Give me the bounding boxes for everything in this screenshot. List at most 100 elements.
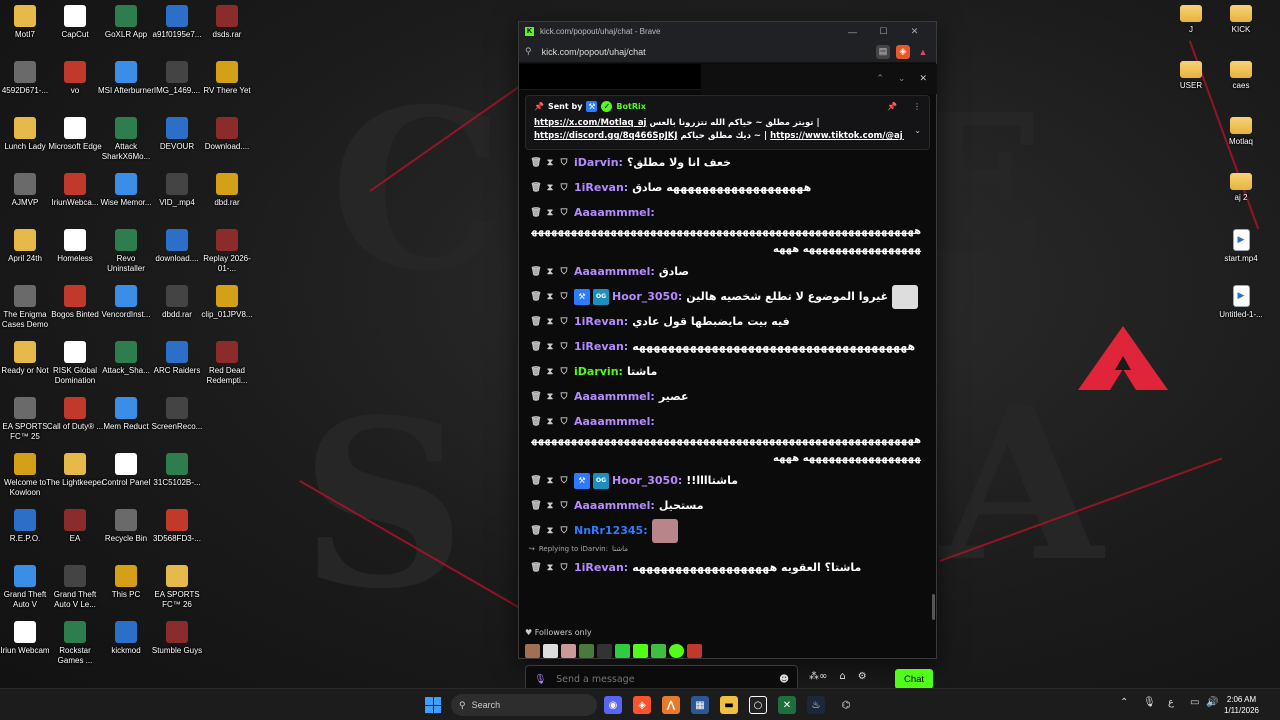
- timeout-icon[interactable]: ⧗: [543, 158, 557, 168]
- timeout-icon[interactable]: ⧗: [543, 208, 557, 218]
- desktop-icon[interactable]: Red Dead Redempti...: [199, 341, 255, 386]
- delete-icon[interactable]: 🗑: [529, 292, 543, 302]
- desktop-icon[interactable]: Download....: [199, 117, 255, 152]
- delete-icon[interactable]: 🗑: [529, 476, 543, 486]
- desktop-icon[interactable]: DEVOUR: [149, 117, 205, 152]
- timeout-icon[interactable]: ⧗: [543, 292, 557, 302]
- timeout-icon[interactable]: ⧗: [543, 501, 557, 511]
- username[interactable]: iDarvin: [574, 156, 619, 169]
- microphone-icon[interactable]: 🎙: [534, 674, 546, 685]
- chat-message[interactable]: 🗑 ⧗ ⛉ Aaaammmel: مستحيل: [529, 493, 925, 518]
- webcam-taskbar-icon[interactable]: ○: [749, 696, 767, 714]
- emote-icon[interactable]: [651, 644, 666, 658]
- timeout-icon[interactable]: ⧗: [543, 392, 557, 402]
- emote-icon[interactable]: [525, 644, 540, 658]
- chat-message[interactable]: 🗑 ⧗ ⛉ ⚒ OG Hoor_3050: ماشتاااا!!: [529, 468, 925, 493]
- username[interactable]: iDarvin: [574, 365, 619, 378]
- desktop-icon[interactable]: Microsoft Edge: [47, 117, 103, 152]
- chat-message[interactable]: 🗑 ⧗ ⛉ 1iRevan: ماشتا؟ العقويه هههههههههههههه…: [529, 555, 925, 580]
- brave-shield-icon[interactable]: ◈: [896, 44, 910, 59]
- emote-icon[interactable]: [687, 644, 702, 658]
- message-field[interactable]: [556, 673, 780, 685]
- username[interactable]: Aaaammmel: [574, 206, 650, 219]
- desktop-icon[interactable]: Replay 2026-01-...: [199, 229, 255, 274]
- emote-icon[interactable]: [543, 644, 558, 658]
- desktop-icon[interactable]: VencordInst...: [98, 285, 154, 320]
- reader-mode-icon[interactable]: ▤: [876, 44, 890, 59]
- desktop-icon[interactable]: 3D568FD3-...: [149, 509, 205, 544]
- desktop-icon[interactable]: ▶ Untitled-1-...: [1213, 285, 1269, 320]
- chat-message[interactable]: 🗑 ⧗ ⛉ 1iRevan: فيه بيت مايضبطها قول عادي: [529, 309, 925, 334]
- shield-icon[interactable]: ⛉: [557, 342, 571, 352]
- find-close-icon[interactable]: ✕: [919, 74, 927, 84]
- chat-message[interactable]: 🗑 ⧗ ⛉ Aaaammmel:: [529, 200, 925, 225]
- desktop-icon[interactable]: caes: [1213, 61, 1269, 91]
- chat-message[interactable]: 🗑 ⧗ ⛉ 1iRevan: هههههههههههههههههههه صادق: [529, 175, 925, 200]
- desktop-icon[interactable]: RV There Yet: [199, 61, 255, 96]
- desktop-icon[interactable]: Motlaq: [1213, 117, 1269, 147]
- shield-icon[interactable]: ⛉: [557, 267, 571, 277]
- desktop-icon[interactable]: This PC: [98, 565, 154, 600]
- shield-icon[interactable]: ⛉: [557, 501, 571, 511]
- delete-icon[interactable]: 🗑: [529, 563, 543, 573]
- timeout-icon[interactable]: ⧗: [543, 183, 557, 193]
- desktop-icon[interactable]: vo: [47, 61, 103, 96]
- timeout-icon[interactable]: ⧗: [543, 367, 557, 377]
- delete-icon[interactable]: 🗑: [529, 501, 543, 511]
- desktop-icon[interactable]: clip_01JPV8...: [199, 285, 255, 320]
- clock[interactable]: 2:06 AM 1/11/2026: [1224, 694, 1259, 716]
- address-bar[interactable]: ⚲ kick.com/popout/uhaj/chat ▤ ◈ ▲: [519, 41, 936, 63]
- username[interactable]: 1iRevan: [574, 561, 624, 574]
- chat-message[interactable]: 🗑 ⧗ ⛉ iDarvin: ماشتا: [529, 359, 925, 384]
- desktop-icon[interactable]: ScreenReco...: [149, 397, 205, 432]
- volume-icon[interactable]: 🔊: [1206, 697, 1218, 708]
- emote-icon[interactable]: [561, 644, 576, 658]
- desktop-icon[interactable]: GoXLR App: [98, 5, 154, 40]
- shield-icon[interactable]: ⛉: [557, 367, 571, 377]
- desktop-icon[interactable]: Attack_Sha...: [98, 341, 154, 376]
- desktop-icon[interactable]: The Lightkeeper: [46, 453, 104, 488]
- app-taskbar-icon[interactable]: ▦: [691, 696, 709, 714]
- taskbar-search[interactable]: ⚲ Search: [451, 694, 597, 716]
- shield-icon[interactable]: ⛉: [557, 417, 571, 427]
- goxlr-taskbar-icon[interactable]: ✕: [778, 696, 796, 714]
- app-taskbar-icon[interactable]: ⋀: [662, 696, 680, 714]
- emote-icon[interactable]: [579, 644, 594, 658]
- username[interactable]: Aaaammmel: [574, 390, 650, 403]
- desktop-icon[interactable]: IriunWebca...: [47, 173, 103, 208]
- language-indicator[interactable]: ع: [1168, 697, 1174, 708]
- points-icon[interactable]: ⁂∞: [809, 671, 827, 682]
- desktop-icon[interactable]: download....: [149, 229, 205, 264]
- emote-icon[interactable]: [669, 644, 684, 658]
- desktop-icon[interactable]: Recycle Bin: [98, 509, 154, 544]
- emote-icon[interactable]: [633, 644, 648, 658]
- shield-icon[interactable]: ⛉: [557, 292, 571, 302]
- site-settings-icon[interactable]: ⚲: [525, 46, 532, 57]
- desktop-icon[interactable]: The Enigma Cases Demo: [0, 285, 53, 330]
- emote-icon[interactable]: [597, 644, 612, 658]
- file-explorer-taskbar-icon[interactable]: ▬: [720, 696, 738, 714]
- desktop-icon[interactable]: ARC Raiders: [149, 341, 205, 376]
- desktop-icon[interactable]: MSI Afterburner: [98, 61, 154, 96]
- desktop-icon[interactable]: Revo Uninstaller: [98, 229, 154, 274]
- desktop-icon[interactable]: dsds.rar: [199, 5, 255, 40]
- desktop-icon[interactable]: Grand Theft Auto V Le...: [47, 565, 103, 610]
- pinned-link-x[interactable]: https://x.com/Motlaq_aj: [534, 118, 646, 128]
- brave-taskbar-icon[interactable]: ◈: [633, 696, 651, 714]
- pinned-link-tiktok[interactable]: https://www.tiktok.com/@aj_155...: [770, 131, 904, 141]
- desktop-icon[interactable]: Attack SharkX6Mo...: [98, 117, 154, 162]
- delete-icon[interactable]: 🗑: [529, 158, 543, 168]
- shield-icon[interactable]: ⛉: [557, 158, 571, 168]
- desktop-icon[interactable]: aj 2: [1213, 173, 1269, 203]
- desktop-icon[interactable]: Welcome to Kowloon: [0, 453, 53, 498]
- delete-icon[interactable]: 🗑: [529, 417, 543, 427]
- desktop-icon[interactable]: a91f0195e7...: [149, 5, 205, 40]
- desktop-icon[interactable]: KICK: [1213, 5, 1269, 35]
- discord-taskbar-icon[interactable]: ◉: [604, 696, 622, 714]
- desktop-icon[interactable]: Homeless: [47, 229, 103, 264]
- pinned-link-discord[interactable]: https://discord.gg/8q466SpJKJ: [534, 131, 678, 141]
- timeout-icon[interactable]: ⧗: [543, 267, 557, 277]
- desktop-icon[interactable]: Wise Memor...: [98, 173, 154, 208]
- delete-icon[interactable]: 🗑: [529, 208, 543, 218]
- desktop-icon[interactable]: IMG_1469....: [149, 61, 205, 96]
